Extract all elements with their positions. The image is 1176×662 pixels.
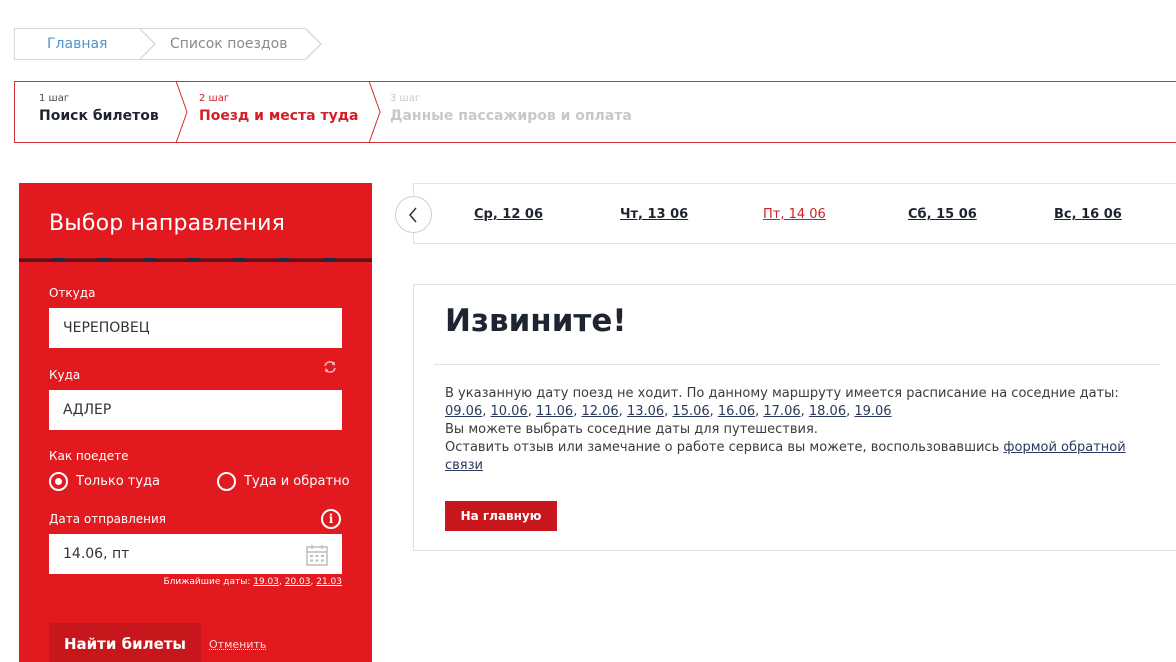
date-selector: Ср, 12 06 Чт, 13 06 Пт, 14 06 Сб, 15 06 … (395, 183, 1176, 244)
alt-date-link[interactable]: 17.06 (763, 404, 800, 419)
breadcrumb-home-label: Главная (47, 36, 108, 52)
message-text-1: В указанную дату поезд не ходит. По данн… (445, 386, 1119, 401)
nearest-date-link[interactable]: 20.03 (285, 577, 311, 587)
step-3: 3 шаг Данные пассажиров и оплата (370, 82, 1176, 142)
alt-date-link[interactable]: 15.06 (672, 404, 709, 419)
step-number: 1 шаг (39, 93, 70, 104)
radio-round-trip[interactable]: Туда и обратно (217, 472, 350, 491)
message-title: Извините! (445, 303, 627, 339)
breadcrumb-separator (139, 28, 156, 60)
alt-date-link[interactable]: 10.06 (490, 404, 527, 419)
nearest-date-link[interactable]: 19.03 (253, 577, 279, 587)
from-input[interactable]: ЧЕРЕПОВЕЦ (49, 308, 342, 348)
step-1[interactable]: 1 шаг Поиск билетов (15, 81, 188, 143)
step-title: Поезд и места туда (199, 108, 359, 124)
message-text-2: Вы можете выбрать соседние даты для путе… (445, 422, 818, 437)
date-tab[interactable]: Ср, 12 06 (474, 207, 543, 222)
divider-dash (53, 258, 65, 262)
find-tickets-button[interactable]: Найти билеты (49, 623, 201, 662)
nearest-dates: Ближайшие даты: 19.03, 20.03, 21.03 (163, 577, 343, 587)
breadcrumb-current: Список поездов (140, 28, 322, 60)
alt-date-link[interactable]: 16.06 (718, 404, 755, 419)
divider-dash (323, 258, 335, 262)
divider-dash (188, 258, 200, 262)
breadcrumb-separator (305, 28, 322, 60)
to-label: Куда (49, 368, 81, 382)
step-separator (369, 81, 381, 143)
date-tab[interactable]: Сб, 15 06 (908, 207, 977, 222)
direction-panel: Выбор направления Откуда ЧЕРЕПОВЕЦ Куда … (19, 183, 372, 662)
radio-one-way-label: Только туда (76, 474, 161, 489)
progress-steps: 1 шаг Поиск билетов 2 шаг Поезд и места … (14, 81, 1176, 143)
calendar-icon[interactable] (306, 544, 328, 566)
divider-dash (143, 258, 155, 262)
no-trains-message: Извините! В указанную дату поезд не ходи… (413, 284, 1176, 551)
message-divider (434, 364, 1160, 365)
trip-type-label: Как поедете (49, 449, 129, 463)
alt-date-link[interactable]: 12.06 (581, 404, 618, 419)
from-label: Откуда (49, 286, 96, 300)
nearest-date-link[interactable]: 21.03 (316, 577, 342, 587)
date-tab[interactable]: Чт, 13 06 (620, 207, 688, 222)
message-text: В указанную дату поезд не ходит. По данн… (445, 386, 1126, 473)
nearest-dates-label: Ближайшие даты: (163, 577, 251, 587)
date-label: Дата отправления (49, 512, 167, 526)
step-2: 2 шаг Поезд и места туда (177, 81, 381, 143)
alt-date-link[interactable]: 13.06 (627, 404, 664, 419)
step-number: 2 шаг (199, 93, 230, 104)
alt-date-link[interactable]: 18.06 (809, 404, 846, 419)
divider-dash (98, 258, 110, 262)
to-input[interactable]: АДЛЕР (49, 390, 342, 430)
step-number: 3 шаг (390, 93, 421, 104)
go-home-button[interactable]: На главную (445, 501, 557, 531)
date-tab-active[interactable]: Пт, 14 06 (763, 207, 826, 222)
date-value: 14.06, пт (63, 546, 130, 562)
radio-round-trip-label: Туда и обратно (244, 474, 350, 489)
panel-title: Выбор направления (49, 211, 286, 236)
step-separator (176, 81, 188, 143)
message-text-3: Оставить отзыв или замечание о работе се… (445, 440, 1000, 455)
divider-dash (233, 258, 245, 262)
radio-checked-icon (49, 472, 68, 491)
chevron-left-icon (409, 207, 417, 223)
radio-one-way[interactable]: Только туда (49, 472, 160, 491)
date-input[interactable]: 14.06, пт (49, 534, 342, 574)
cancel-link[interactable]: Отменить (209, 638, 266, 651)
breadcrumb-home-link[interactable]: Главная (14, 28, 156, 60)
date-tab[interactable]: Вс, 16 06 (1054, 207, 1122, 222)
breadcrumb-current-label: Список поездов (170, 36, 288, 52)
alt-date-link[interactable]: 11.06 (536, 404, 573, 419)
alt-date-link[interactable]: 19.06 (854, 404, 891, 419)
prev-dates-button[interactable] (395, 196, 432, 233)
swap-icon[interactable] (322, 359, 338, 375)
step-title: Поиск билетов (39, 108, 159, 124)
breadcrumb: Главная Список поездов (14, 28, 322, 60)
divider-dash (278, 258, 290, 262)
radio-unchecked-icon (217, 472, 236, 491)
info-icon[interactable]: i (321, 509, 341, 529)
step-title: Данные пассажиров и оплата (390, 108, 632, 124)
alt-date-link[interactable]: 09.06 (445, 404, 482, 419)
